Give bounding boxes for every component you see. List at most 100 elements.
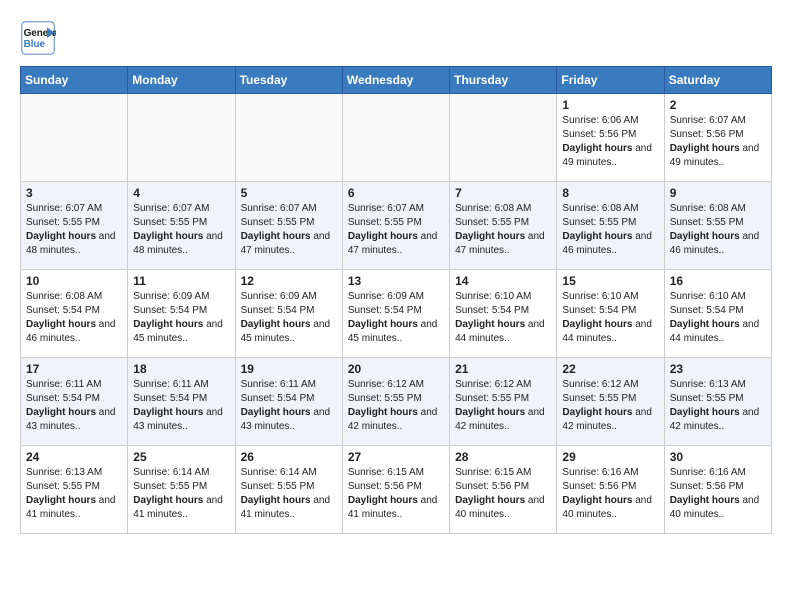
cell-info: Sunrise: 6:06 AMSunset: 5:56 PMDaylight … bbox=[562, 114, 658, 170]
day-number: 19 bbox=[241, 362, 337, 376]
day-cell: 21 Sunrise: 6:12 AMSunset: 5:55 PMDayligh… bbox=[450, 358, 557, 446]
day-cell: 1 Sunrise: 6:06 AMSunset: 5:56 PMDaylight… bbox=[557, 94, 664, 182]
day-number: 27 bbox=[348, 450, 444, 464]
day-number: 3 bbox=[26, 186, 122, 200]
day-of-week-header: Tuesday bbox=[235, 67, 342, 94]
cell-info: Sunrise: 6:08 AMSunset: 5:54 PMDaylight … bbox=[26, 290, 122, 346]
cell-info: Sunrise: 6:10 AMSunset: 5:54 PMDaylight … bbox=[670, 290, 766, 346]
cell-info: Sunrise: 6:11 AMSunset: 5:54 PMDaylight … bbox=[26, 378, 122, 434]
day-number: 5 bbox=[241, 186, 337, 200]
day-number: 17 bbox=[26, 362, 122, 376]
day-number: 25 bbox=[133, 450, 229, 464]
day-cell: 10 Sunrise: 6:08 AMSunset: 5:54 PMDayligh… bbox=[21, 270, 128, 358]
cell-info: Sunrise: 6:14 AMSunset: 5:55 PMDaylight … bbox=[133, 466, 229, 522]
cell-info: Sunrise: 6:10 AMSunset: 5:54 PMDaylight … bbox=[562, 290, 658, 346]
day-cell: 20Sunrise: 6:12 AMSunset: 5:55 PMDayligh… bbox=[342, 358, 449, 446]
day-cell: 25 Sunrise: 6:14 AMSunset: 5:55 PMDayligh… bbox=[128, 446, 235, 534]
cell-info: Sunrise: 6:12 AMSunset: 5:55 PMDaylight … bbox=[348, 378, 444, 434]
day-cell: 2 Sunrise: 6:07 AMSunset: 5:56 PMDaylight… bbox=[664, 94, 771, 182]
day-number: 6 bbox=[348, 186, 444, 200]
svg-text:Blue: Blue bbox=[24, 39, 46, 50]
calendar-week-row: 17 Sunrise: 6:11 AMSunset: 5:54 PMDayligh… bbox=[21, 358, 772, 446]
day-cell bbox=[21, 94, 128, 182]
day-number: 26 bbox=[241, 450, 337, 464]
cell-info: Sunrise: 6:08 AMSunset: 5:55 PMDaylight … bbox=[455, 202, 551, 258]
day-number: 28 bbox=[455, 450, 551, 464]
cell-info: Sunrise: 6:09 AMSunset: 5:54 PMDaylight … bbox=[133, 290, 229, 346]
day-number: 12 bbox=[241, 274, 337, 288]
day-cell: 12 Sunrise: 6:09 AMSunset: 5:54 PMDayligh… bbox=[235, 270, 342, 358]
day-number: 1 bbox=[562, 98, 658, 112]
day-number: 4 bbox=[133, 186, 229, 200]
day-cell: 8Sunrise: 6:08 AMSunset: 5:55 PMDaylight… bbox=[557, 182, 664, 270]
day-cell: 17 Sunrise: 6:11 AMSunset: 5:54 PMDayligh… bbox=[21, 358, 128, 446]
day-of-week-header: Friday bbox=[557, 67, 664, 94]
day-number: 8 bbox=[562, 186, 658, 200]
cell-info: Sunrise: 6:07 AMSunset: 5:55 PMDaylight … bbox=[26, 202, 122, 258]
day-cell: 28 Sunrise: 6:15 AMSunset: 5:56 PMDayligh… bbox=[450, 446, 557, 534]
calendar-week-row: 10 Sunrise: 6:08 AMSunset: 5:54 PMDayligh… bbox=[21, 270, 772, 358]
cell-info: Sunrise: 6:15 AMSunset: 5:56 PMDaylight … bbox=[455, 466, 551, 522]
day-cell: 16 Sunrise: 6:10 AMSunset: 5:54 PMDayligh… bbox=[664, 270, 771, 358]
day-cell: 3 Sunrise: 6:07 AMSunset: 5:55 PMDaylight… bbox=[21, 182, 128, 270]
day-of-week-header: Saturday bbox=[664, 67, 771, 94]
day-number: 10 bbox=[26, 274, 122, 288]
calendar-body: 1 Sunrise: 6:06 AMSunset: 5:56 PMDaylight… bbox=[21, 94, 772, 534]
logo: General Blue bbox=[20, 20, 60, 56]
cell-info: Sunrise: 6:16 AMSunset: 5:56 PMDaylight … bbox=[670, 466, 766, 522]
day-cell: 6Sunrise: 6:07 AMSunset: 5:55 PMDaylight… bbox=[342, 182, 449, 270]
day-of-week-header: Thursday bbox=[450, 67, 557, 94]
day-cell: 9 Sunrise: 6:08 AMSunset: 5:55 PMDaylight… bbox=[664, 182, 771, 270]
cell-info: Sunrise: 6:14 AMSunset: 5:55 PMDaylight … bbox=[241, 466, 337, 522]
cell-info: Sunrise: 6:10 AMSunset: 5:54 PMDaylight … bbox=[455, 290, 551, 346]
day-cell: 29 Sunrise: 6:16 AMSunset: 5:56 PMDayligh… bbox=[557, 446, 664, 534]
day-number: 24 bbox=[26, 450, 122, 464]
day-number: 16 bbox=[670, 274, 766, 288]
day-cell: 18Sunrise: 6:11 AMSunset: 5:54 PMDayligh… bbox=[128, 358, 235, 446]
day-number: 22 bbox=[562, 362, 658, 376]
cell-info: Sunrise: 6:09 AMSunset: 5:54 PMDaylight … bbox=[241, 290, 337, 346]
day-cell: 27 Sunrise: 6:15 AMSunset: 5:56 PMDayligh… bbox=[342, 446, 449, 534]
day-number: 7 bbox=[455, 186, 551, 200]
day-number: 2 bbox=[670, 98, 766, 112]
day-cell: 4 Sunrise: 6:07 AMSunset: 5:55 PMDaylight… bbox=[128, 182, 235, 270]
calendar-week-row: 24 Sunrise: 6:13 AMSunset: 5:55 PMDayligh… bbox=[21, 446, 772, 534]
day-cell: 11Sunrise: 6:09 AMSunset: 5:54 PMDayligh… bbox=[128, 270, 235, 358]
cell-info: Sunrise: 6:16 AMSunset: 5:56 PMDaylight … bbox=[562, 466, 658, 522]
day-cell: 22 Sunrise: 6:12 AMSunset: 5:55 PMDayligh… bbox=[557, 358, 664, 446]
day-number: 21 bbox=[455, 362, 551, 376]
cell-info: Sunrise: 6:07 AMSunset: 5:55 PMDaylight … bbox=[133, 202, 229, 258]
calendar-header-row: SundayMondayTuesdayWednesdayThursdayFrid… bbox=[21, 67, 772, 94]
day-cell: 15Sunrise: 6:10 AMSunset: 5:54 PMDayligh… bbox=[557, 270, 664, 358]
day-number: 29 bbox=[562, 450, 658, 464]
day-cell: 7 Sunrise: 6:08 AMSunset: 5:55 PMDaylight… bbox=[450, 182, 557, 270]
day-cell bbox=[450, 94, 557, 182]
day-cell bbox=[128, 94, 235, 182]
day-number: 23 bbox=[670, 362, 766, 376]
day-of-week-header: Wednesday bbox=[342, 67, 449, 94]
day-number: 13 bbox=[348, 274, 444, 288]
calendar-page: General Blue SundayMondayTuesdayWednesda… bbox=[0, 0, 792, 544]
cell-info: Sunrise: 6:07 AMSunset: 5:55 PMDaylight … bbox=[241, 202, 337, 258]
day-number: 9 bbox=[670, 186, 766, 200]
cell-info: Sunrise: 6:08 AMSunset: 5:55 PMDaylight … bbox=[670, 202, 766, 258]
cell-info: Sunrise: 6:12 AMSunset: 5:55 PMDaylight … bbox=[562, 378, 658, 434]
day-number: 14 bbox=[455, 274, 551, 288]
day-of-week-header: Sunday bbox=[21, 67, 128, 94]
day-cell: 19 Sunrise: 6:11 AMSunset: 5:54 PMDayligh… bbox=[235, 358, 342, 446]
cell-info: Sunrise: 6:13 AMSunset: 5:55 PMDaylight … bbox=[26, 466, 122, 522]
day-cell: 23 Sunrise: 6:13 AMSunset: 5:55 PMDayligh… bbox=[664, 358, 771, 446]
day-cell bbox=[342, 94, 449, 182]
cell-info: Sunrise: 6:11 AMSunset: 5:54 PMDaylight … bbox=[241, 378, 337, 434]
day-cell: 30 Sunrise: 6:16 AMSunset: 5:56 PMDayligh… bbox=[664, 446, 771, 534]
cell-info: Sunrise: 6:15 AMSunset: 5:56 PMDaylight … bbox=[348, 466, 444, 522]
cell-info: Sunrise: 6:12 AMSunset: 5:55 PMDaylight … bbox=[455, 378, 551, 434]
cell-info: Sunrise: 6:07 AMSunset: 5:56 PMDaylight … bbox=[670, 114, 766, 170]
cell-info: Sunrise: 6:13 AMSunset: 5:55 PMDaylight … bbox=[670, 378, 766, 434]
day-cell: 13 Sunrise: 6:09 AMSunset: 5:54 PMDayligh… bbox=[342, 270, 449, 358]
day-of-week-header: Monday bbox=[128, 67, 235, 94]
cell-info: Sunrise: 6:09 AMSunset: 5:54 PMDaylight … bbox=[348, 290, 444, 346]
calendar-week-row: 1 Sunrise: 6:06 AMSunset: 5:56 PMDaylight… bbox=[21, 94, 772, 182]
day-number: 30 bbox=[670, 450, 766, 464]
calendar-week-row: 3 Sunrise: 6:07 AMSunset: 5:55 PMDaylight… bbox=[21, 182, 772, 270]
